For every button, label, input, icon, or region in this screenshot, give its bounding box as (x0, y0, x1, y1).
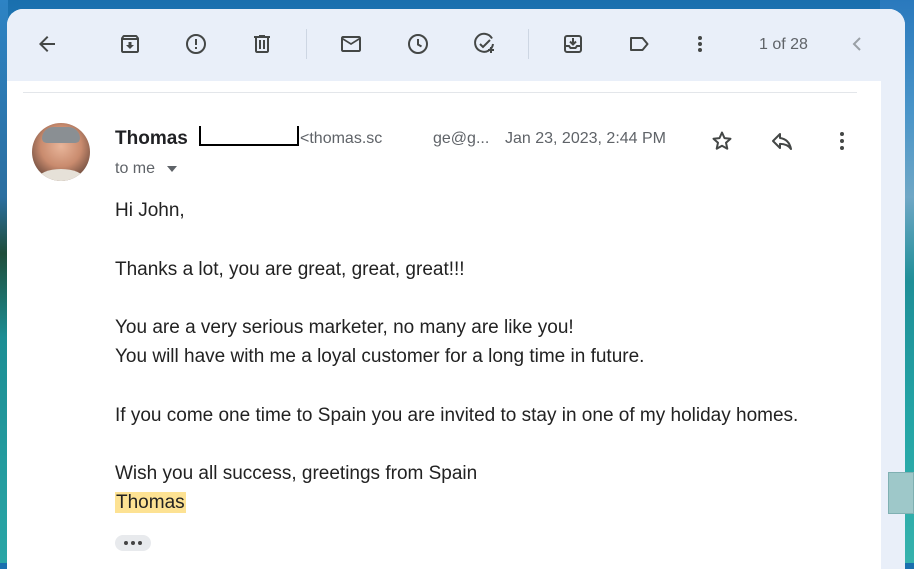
delete-icon (254, 35, 270, 53)
mark-unread-icon (341, 36, 361, 52)
star-button[interactable] (706, 125, 738, 157)
body-line: Wish you all success, greetings from Spa… (115, 463, 478, 484)
recipient-details[interactable]: to me (115, 160, 178, 178)
newer-button[interactable] (837, 28, 877, 60)
toolbar-divider (306, 29, 307, 59)
message-date: Jan 23, 2023, 2:44 PM (505, 130, 666, 147)
subject-divider (23, 92, 857, 93)
report-spam-button[interactable] (176, 28, 216, 60)
scrollbar-thumb[interactable] (888, 472, 914, 514)
show-trimmed-content-button[interactable] (115, 535, 151, 551)
more-vert-icon (840, 132, 844, 150)
back-icon (39, 36, 55, 52)
body-line: Hi John, (115, 200, 185, 221)
archive-icon (121, 35, 139, 53)
report-spam-icon (186, 34, 206, 54)
body-line: If you come one time to Spain you are in… (115, 405, 799, 426)
body-line: You will have with me a loyal customer f… (115, 346, 645, 367)
redaction-box (199, 126, 299, 146)
label-icon (630, 37, 649, 51)
signature-line: Thomas (115, 492, 186, 514)
more-options-button[interactable] (680, 28, 720, 60)
more-vert-icon (698, 36, 702, 52)
move-to-button[interactable] (553, 28, 593, 60)
star-icon (712, 131, 732, 150)
gmail-window: 1 of 28 Thomas <thomas.sc ge@g... Jan 23… (7, 9, 905, 569)
message-counter: 1 of 28 (759, 36, 808, 53)
message-toolbar: 1 of 28 (7, 9, 905, 81)
back-button[interactable] (27, 28, 67, 60)
recipient-label: to me (115, 160, 156, 177)
mark-unread-button[interactable] (331, 28, 371, 60)
body-line: Thanks a lot, you are great, great, grea… (115, 259, 465, 280)
archive-button[interactable] (110, 28, 150, 60)
sender-name[interactable]: Thomas (115, 128, 188, 150)
delete-button[interactable] (242, 28, 282, 60)
reply-button[interactable] (766, 125, 798, 157)
chevron-left-icon (852, 37, 861, 51)
add-task-icon (474, 32, 494, 53)
dropdown-icon[interactable] (167, 166, 178, 172)
sender-email-end: ge@g... (433, 130, 490, 147)
sender-email-start: <thomas.sc (300, 130, 383, 147)
add-task-button[interactable] (464, 28, 504, 60)
message-more-button[interactable] (826, 125, 858, 157)
signature-highlight: Thomas (115, 492, 186, 513)
body-line: You are a very serious marketer, no many… (115, 317, 574, 338)
toolbar-divider (528, 29, 529, 59)
label-button[interactable] (619, 28, 659, 60)
reply-icon (772, 133, 792, 150)
snooze-icon (408, 34, 428, 54)
sender-avatar[interactable] (32, 123, 90, 181)
move-to-icon (564, 35, 582, 53)
snooze-button[interactable] (398, 28, 438, 60)
ellipsis-icon (124, 541, 128, 545)
